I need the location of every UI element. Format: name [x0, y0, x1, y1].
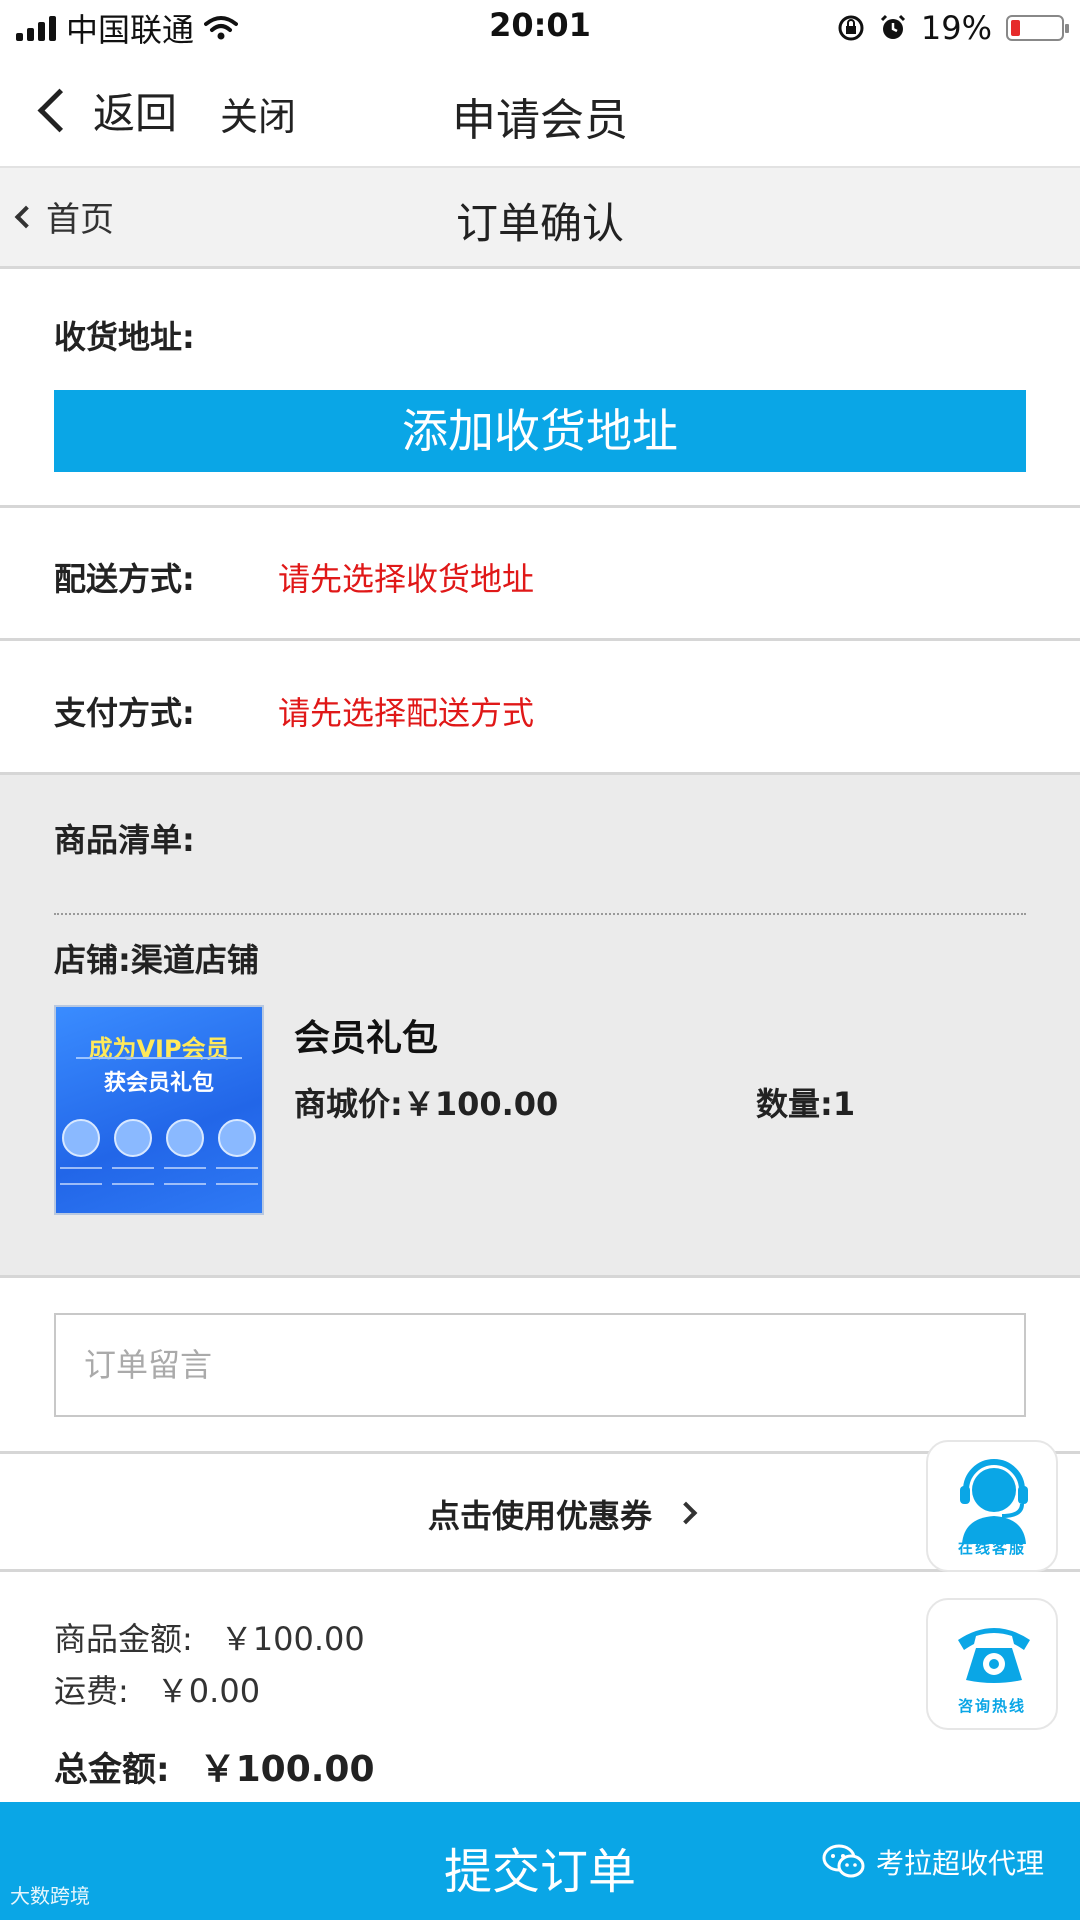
coupon-button[interactable]: 点击使用优惠券 — [0, 1455, 1080, 1567]
qty-value: 1 — [832, 1085, 856, 1123]
address-label: 收货地址: — [54, 318, 195, 356]
delivery-label: 配送方式: — [54, 560, 195, 598]
watermark-left: 大数跨境 — [10, 1884, 90, 1908]
online-service-button[interactable]: 在线客服 — [926, 1440, 1058, 1572]
product-image-subline: 获会员礼包 — [103, 1071, 214, 1096]
goods-amount: 商品金额: ￥100.00 — [54, 1614, 365, 1660]
shipping-fee-label: 运费: — [54, 1672, 129, 1710]
product-image-icons — [62, 1119, 256, 1157]
dotted-divider — [54, 913, 1026, 915]
status-bar: 中国联通 20:01 19% — [0, 0, 1080, 56]
total-amount-value: ￥100.00 — [199, 1749, 375, 1790]
total-amount: 总金额: ￥100.00 — [54, 1740, 375, 1792]
product-image[interactable]: 成为VIP会员 获会员礼包 — [54, 1005, 264, 1215]
headset-agent-icon — [960, 1459, 1028, 1544]
telephone-icon — [958, 1628, 1030, 1683]
alarm-icon — [880, 14, 905, 39]
lock-rotation-icon — [838, 15, 864, 41]
goods-amount-label: 商品金额: — [54, 1620, 193, 1658]
goods-label: 商品清单: — [54, 821, 195, 859]
product-name[interactable]: 会员礼包 — [294, 1009, 438, 1061]
submit-order-button[interactable]: 提交订单 考拉超收代理 大数跨境 — [0, 1802, 1080, 1920]
section-title: 订单确认 — [455, 199, 624, 248]
navbar: 返回 关闭 申请会员 — [0, 56, 1080, 168]
coupon-label: 点击使用优惠券 — [427, 1497, 652, 1535]
shipping-fee: 运费: ￥0.00 — [54, 1666, 260, 1712]
store-name: 渠道店铺 — [130, 941, 259, 979]
battery-icon — [1006, 15, 1069, 41]
wechat-icon — [822, 1844, 865, 1878]
order-remark-input[interactable] — [54, 1313, 1026, 1417]
battery-level — [1011, 20, 1020, 36]
store-label: 店铺: — [54, 941, 131, 979]
online-service-label: 在线客服 — [957, 1539, 1026, 1557]
product-price: 商城价:￥100.00 — [294, 1079, 558, 1125]
product-image-captions — [60, 1167, 258, 1185]
watermark-right-text: 考拉超收代理 — [875, 1847, 1044, 1880]
hotline-button[interactable]: 咨询热线 — [926, 1598, 1058, 1730]
divider — [0, 638, 1080, 641]
qty-label: 数量: — [756, 1085, 833, 1123]
divider — [0, 1275, 1080, 1278]
subheader: 首页 订单确认 — [0, 168, 1080, 269]
price-label: 商城价: — [294, 1085, 403, 1123]
product-quantity: 数量:1 — [756, 1079, 855, 1125]
divider — [0, 505, 1080, 508]
divider — [0, 1451, 1080, 1454]
payment-label: 支付方式: — [54, 694, 195, 732]
watermark-right: 考拉超收代理 — [822, 1842, 1044, 1882]
total-amount-label: 总金额: — [54, 1750, 170, 1790]
payment-value[interactable]: 请先选择配送方式 — [278, 688, 534, 734]
hotline-label: 咨询热线 — [957, 1697, 1026, 1715]
goods-amount-value: ￥100.00 — [220, 1620, 365, 1658]
product-image-rule — [76, 1057, 242, 1059]
page-title: 申请会员 — [452, 95, 628, 146]
status-right: 19% — [837, 8, 1069, 48]
price-value: ￥100.00 — [402, 1085, 559, 1123]
store-info: 店铺:渠道店铺 — [54, 935, 259, 981]
shipping-fee-value: ￥0.00 — [156, 1672, 261, 1710]
goods-section: 商品清单: 店铺:渠道店铺 成为VIP会员 获会员礼包 会员礼包 商城价:￥10… — [0, 775, 1080, 1275]
battery-percent: 19% — [920, 9, 992, 47]
delivery-value[interactable]: 请先选择收货地址 — [278, 554, 534, 600]
divider — [0, 1569, 1080, 1572]
add-address-button[interactable]: 添加收货地址 — [54, 390, 1026, 472]
